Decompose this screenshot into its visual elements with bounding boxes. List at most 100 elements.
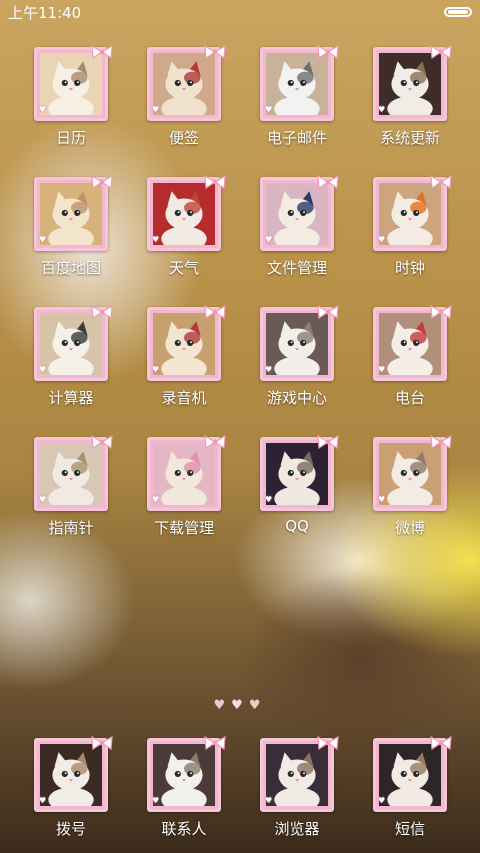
heart-deco-icon: ♥ xyxy=(378,495,386,504)
page-dot-heart-icon[interactable]: ♥ xyxy=(214,698,232,713)
bow-icon xyxy=(91,434,113,450)
app-icon-下载管理[interactable]: ♥ 下载管理 xyxy=(129,434,239,547)
bow-icon xyxy=(317,174,339,190)
heart-deco-icon: ♥ xyxy=(265,235,273,244)
cat-photo-icon xyxy=(379,443,441,505)
bow-icon xyxy=(430,434,452,450)
cat-photo-icon xyxy=(40,443,102,505)
cat-photo-icon xyxy=(379,313,441,375)
bow-icon xyxy=(91,44,113,60)
app-icon-拨号[interactable]: ♥ 拨号 xyxy=(16,735,126,848)
app-label: 文件管理 xyxy=(266,259,327,277)
app-icon-便签[interactable]: ♥ 便签 xyxy=(129,44,239,157)
heart-deco-icon: ♥ xyxy=(378,105,386,114)
app-photo-frame[interactable]: ♥ xyxy=(34,44,113,121)
app-photo-frame[interactable]: ♥ xyxy=(147,434,226,511)
app-photo-frame[interactable]: ♥ xyxy=(373,44,452,121)
app-label: 百度地图 xyxy=(40,259,101,277)
app-photo-frame[interactable]: ♥ xyxy=(34,304,113,381)
bow-icon xyxy=(317,434,339,450)
page-dot-heart-icon-active[interactable]: ♥ xyxy=(231,698,249,713)
app-label: 指南针 xyxy=(48,519,94,537)
app-icon-电台[interactable]: ♥ 电台 xyxy=(355,304,465,417)
app-photo-frame[interactable]: ♥ xyxy=(373,434,452,511)
heart-deco-icon: ♥ xyxy=(152,495,160,504)
cat-photo-icon xyxy=(40,744,102,806)
app-photo-frame[interactable]: ♥ xyxy=(260,735,339,812)
app-photo-frame[interactable]: ♥ xyxy=(34,735,113,812)
app-icon-电子邮件[interactable]: ♥ 电子邮件 xyxy=(242,44,352,157)
app-label: 录音机 xyxy=(161,389,207,407)
cat-photo-icon xyxy=(379,744,441,806)
app-label: 时钟 xyxy=(394,259,425,277)
bow-icon xyxy=(204,174,226,190)
heart-deco-icon: ♥ xyxy=(152,365,160,374)
page-dot-heart-icon[interactable]: ♥ xyxy=(249,698,267,713)
app-photo-frame[interactable]: ♥ xyxy=(34,434,113,511)
app-photo-frame[interactable]: ♥ xyxy=(260,174,339,251)
bow-icon xyxy=(91,735,113,751)
app-icon-微博[interactable]: ♥ 微博 xyxy=(355,434,465,547)
app-icon-联系人[interactable]: ♥ 联系人 xyxy=(129,735,239,848)
app-icon-游戏中心[interactable]: ♥ 游戏中心 xyxy=(242,304,352,417)
app-label: 系统更新 xyxy=(379,129,440,147)
heart-deco-icon: ♥ xyxy=(152,105,160,114)
heart-deco-icon: ♥ xyxy=(378,235,386,244)
app-icon-天气[interactable]: ♥ 天气 xyxy=(129,174,239,287)
cat-photo-icon xyxy=(266,744,328,806)
app-icon-百度地图[interactable]: ♥ 百度地图 xyxy=(16,174,126,287)
heart-deco-icon: ♥ xyxy=(378,796,386,805)
app-photo-frame[interactable]: ♥ xyxy=(147,735,226,812)
app-label: 微博 xyxy=(394,519,425,537)
heart-deco-icon: ♥ xyxy=(39,235,47,244)
app-icon-浏览器[interactable]: ♥ 浏览器 xyxy=(242,735,352,848)
bow-icon xyxy=(430,174,452,190)
app-label: 联系人 xyxy=(161,820,207,838)
bow-icon xyxy=(204,44,226,60)
bow-icon xyxy=(317,44,339,60)
app-photo-frame[interactable]: ♥ xyxy=(147,304,226,381)
app-photo-frame[interactable]: ♥ xyxy=(373,304,452,381)
app-label: 电子邮件 xyxy=(266,129,327,147)
app-label: 电台 xyxy=(394,389,425,407)
app-icon-计算器[interactable]: ♥ 计算器 xyxy=(16,304,126,417)
app-icon-录音机[interactable]: ♥ 录音机 xyxy=(129,304,239,417)
bow-icon xyxy=(91,174,113,190)
app-icon-指南针[interactable]: ♥ 指南针 xyxy=(16,434,126,547)
app-photo-frame[interactable]: ♥ xyxy=(147,44,226,121)
app-label: 天气 xyxy=(168,259,199,277)
app-photo-frame[interactable]: ♥ xyxy=(373,735,452,812)
app-icon-文件管理[interactable]: ♥ 文件管理 xyxy=(242,174,352,287)
bow-icon xyxy=(91,304,113,320)
cat-photo-icon xyxy=(153,183,215,245)
cat-photo-icon xyxy=(266,183,328,245)
app-photo-frame[interactable]: ♥ xyxy=(260,44,339,121)
app-photo-frame[interactable]: ♥ xyxy=(260,304,339,381)
app-photo-frame[interactable]: ♥ xyxy=(373,174,452,251)
bow-icon xyxy=(317,735,339,751)
cat-photo-icon xyxy=(40,183,102,245)
cat-photo-icon xyxy=(379,183,441,245)
app-photo-frame[interactable]: ♥ xyxy=(34,174,113,251)
app-icon-QQ[interactable]: ♥ QQ xyxy=(242,434,352,547)
heart-deco-icon: ♥ xyxy=(378,365,386,374)
heart-deco-icon: ♥ xyxy=(39,365,47,374)
app-icon-时钟[interactable]: ♥ 时钟 xyxy=(355,174,465,287)
bow-icon xyxy=(430,44,452,60)
app-label: 游戏中心 xyxy=(266,389,327,407)
app-icon-日历[interactable]: ♥ 日历 xyxy=(16,44,126,157)
heart-deco-icon: ♥ xyxy=(152,796,160,805)
cat-photo-icon xyxy=(153,313,215,375)
app-photo-frame[interactable]: ♥ xyxy=(147,174,226,251)
cat-photo-icon xyxy=(40,53,102,115)
app-grid: ♥ 日历 ♥ 便签 ♥ 电子邮件 ♥ 系统更新 ♥ 百度地图 ♥ 天气 ♥ 文件管理 ♥ 时钟 ♥ 计算器 ♥ 录音机… xyxy=(0,0,480,853)
app-icon-系统更新[interactable]: ♥ 系统更新 xyxy=(355,44,465,157)
app-photo-frame[interactable]: ♥ xyxy=(260,434,339,511)
bow-icon xyxy=(204,735,226,751)
app-icon-短信[interactable]: ♥ 短信 xyxy=(355,735,465,848)
heart-deco-icon: ♥ xyxy=(152,235,160,244)
page-indicator: ♥♥♥ xyxy=(0,698,480,713)
bow-icon xyxy=(317,304,339,320)
app-label: 浏览器 xyxy=(274,820,320,838)
heart-deco-icon: ♥ xyxy=(265,105,273,114)
